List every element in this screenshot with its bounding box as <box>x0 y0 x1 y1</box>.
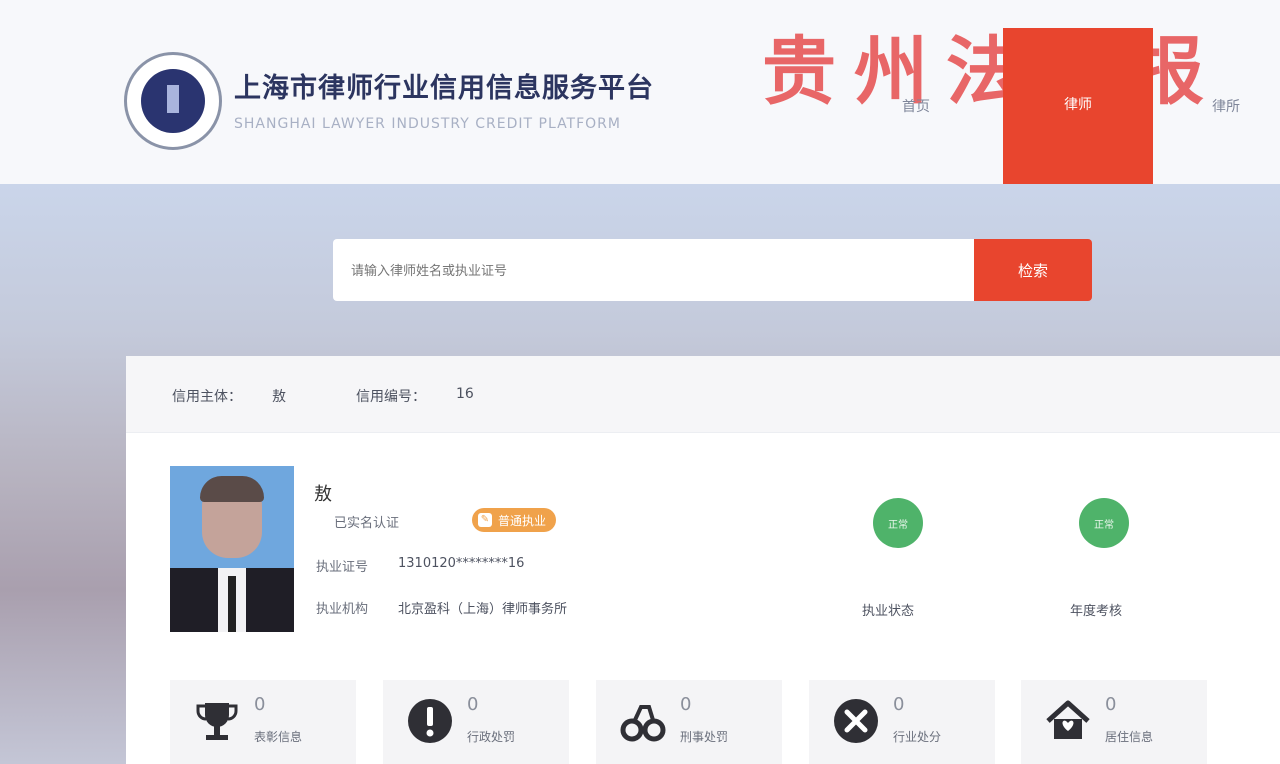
stat-admin-penalty-count: 0 <box>467 694 479 715</box>
practice-status-indicator: 正常 <box>873 498 923 548</box>
firm-value[interactable]: 北京盈科（上海）律师事务所 <box>398 598 567 617</box>
photo-hair <box>200 476 264 502</box>
stat-industry-discipline-label: 行业处分 <box>893 730 942 744</box>
stat-awards-count: 0 <box>254 694 266 715</box>
lawyer-name: 敖 <box>314 484 332 505</box>
license-value: 1310120********16 <box>398 556 525 571</box>
close-circle-icon <box>831 696 881 746</box>
credit-code-value: 16 <box>456 386 474 402</box>
credit-info-bar: 信用主体： 敖 信用编号： 16 <box>126 356 1280 433</box>
annual-review-indicator: 正常 <box>1079 498 1129 548</box>
search-input[interactable] <box>333 239 974 301</box>
tower-icon <box>167 85 179 113</box>
nav-lawyer-label: 律师 <box>1064 97 1092 113</box>
house-icon <box>1043 696 1093 746</box>
stat-industry-discipline[interactable]: 0 行业处分 <box>809 680 995 764</box>
credit-code-label: 信用编号： <box>356 389 426 405</box>
pencil-icon: ✎ <box>478 513 492 527</box>
site-subtitle-en: SHANGHAI LAWYER INDUSTRY CREDIT PLATFORM <box>234 116 621 132</box>
stat-criminal-penalty-label: 刑事处罚 <box>680 730 729 744</box>
photo-tie <box>228 576 236 632</box>
logo-emblem <box>141 69 205 133</box>
stat-residence-label: 居住信息 <box>1105 730 1154 744</box>
trophy-icon <box>192 696 242 746</box>
stat-criminal-penalty[interactable]: 0 刑事处罚 <box>596 680 782 764</box>
stat-awards-label: 表彰信息 <box>254 730 303 744</box>
practice-badge-label: 普通执业 <box>498 513 547 528</box>
firm-label: 执业机构 <box>316 602 369 617</box>
practice-badge: ✎ 普通执业 <box>472 508 557 532</box>
news-watermark: 贵州法治报 <box>762 29 1222 115</box>
stat-admin-penalty-label: 行政处罚 <box>467 730 516 744</box>
nav-home[interactable]: 首页 <box>902 96 930 116</box>
verify-text: 已实名认证 <box>334 516 400 531</box>
exclamation-icon <box>405 696 455 746</box>
nav-firm[interactable]: 律所 <box>1212 96 1240 116</box>
stat-criminal-penalty-count: 0 <box>680 694 692 715</box>
stat-residence-count: 0 <box>1105 694 1117 715</box>
annual-review-label: 年度考核 <box>1070 604 1123 619</box>
credit-subject-label: 信用主体： <box>172 389 242 405</box>
stat-admin-penalty[interactable]: 0 行政处罚 <box>383 680 569 764</box>
site-title: 上海市律师行业信用信息服务平台 <box>234 73 654 104</box>
stat-residence[interactable]: 0 居住信息 <box>1021 680 1207 764</box>
search-button[interactable]: 检索 <box>974 239 1092 301</box>
association-logo[interactable] <box>124 52 222 150</box>
practice-status-label: 执业状态 <box>862 604 915 619</box>
credit-subject-value: 敖 <box>272 389 286 405</box>
stat-awards[interactable]: 0 表彰信息 <box>170 680 356 764</box>
lawyer-photo <box>170 466 294 632</box>
nav-lawyer[interactable]: 律师 <box>1003 28 1153 184</box>
license-label: 执业证号 <box>316 560 369 575</box>
stat-industry-discipline-count: 0 <box>893 694 905 715</box>
site-header: 上海市律师行业信用信息服务平台 SHANGHAI LAWYER INDUSTRY… <box>0 0 1280 184</box>
handcuffs-icon <box>618 696 668 746</box>
